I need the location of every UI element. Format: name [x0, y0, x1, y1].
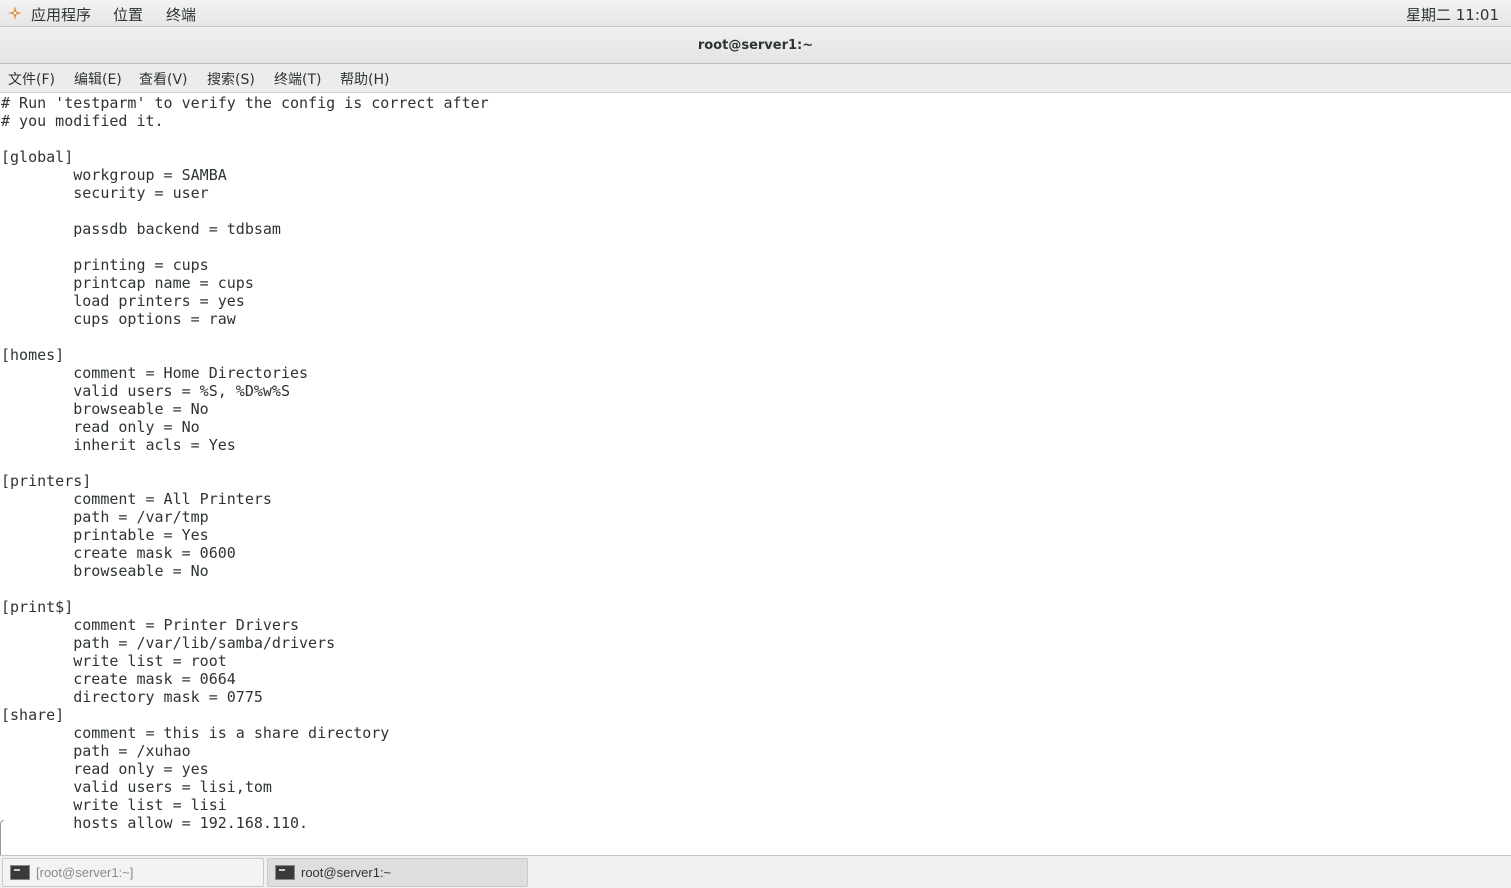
clock[interactable]: 星期二 11:01	[1406, 4, 1499, 25]
terminal-corner-edge	[0, 820, 4, 855]
menu-search[interactable]: 搜索(S)	[207, 69, 255, 89]
applications-menu[interactable]: 应用程序	[31, 4, 91, 25]
applications-logo-icon	[8, 6, 22, 20]
terminal-text[interactable]: # Run 'testparm' to verify the config is…	[0, 94, 489, 832]
menu-view[interactable]: 查看(V)	[139, 69, 188, 89]
terminal-view[interactable]: # Run 'testparm' to verify the config is…	[0, 93, 1511, 855]
taskbar-item-label: root@server1:~	[301, 865, 392, 880]
menu-help[interactable]: 帮助(H)	[340, 69, 389, 89]
taskbar: [root@server1:~] root@server1:~	[0, 855, 1511, 888]
menu-terminal[interactable]: 终端(T)	[274, 69, 321, 89]
window-title: root@server1:~	[697, 38, 814, 53]
window-title-bar[interactable]: root@server1:~	[0, 27, 1511, 64]
taskbar-item-terminal-2[interactable]: root@server1:~	[267, 858, 528, 887]
taskbar-item-terminal-1[interactable]: [root@server1:~]	[2, 858, 264, 887]
taskbar-item-label: [root@server1:~]	[36, 865, 134, 880]
terminal-app-menu[interactable]: 终端	[166, 4, 196, 25]
menu-bar: 文件(F) 编辑(E) 查看(V) 搜索(S) 终端(T) 帮助(H)	[0, 64, 1511, 93]
terminal-icon	[10, 865, 30, 880]
terminal-icon	[275, 865, 295, 880]
menu-edit[interactable]: 编辑(E)	[74, 69, 122, 89]
places-menu[interactable]: 位置	[113, 4, 143, 25]
top-panel: 应用程序 位置 终端 星期二 11:01	[0, 0, 1511, 27]
menu-file[interactable]: 文件(F)	[8, 69, 55, 89]
